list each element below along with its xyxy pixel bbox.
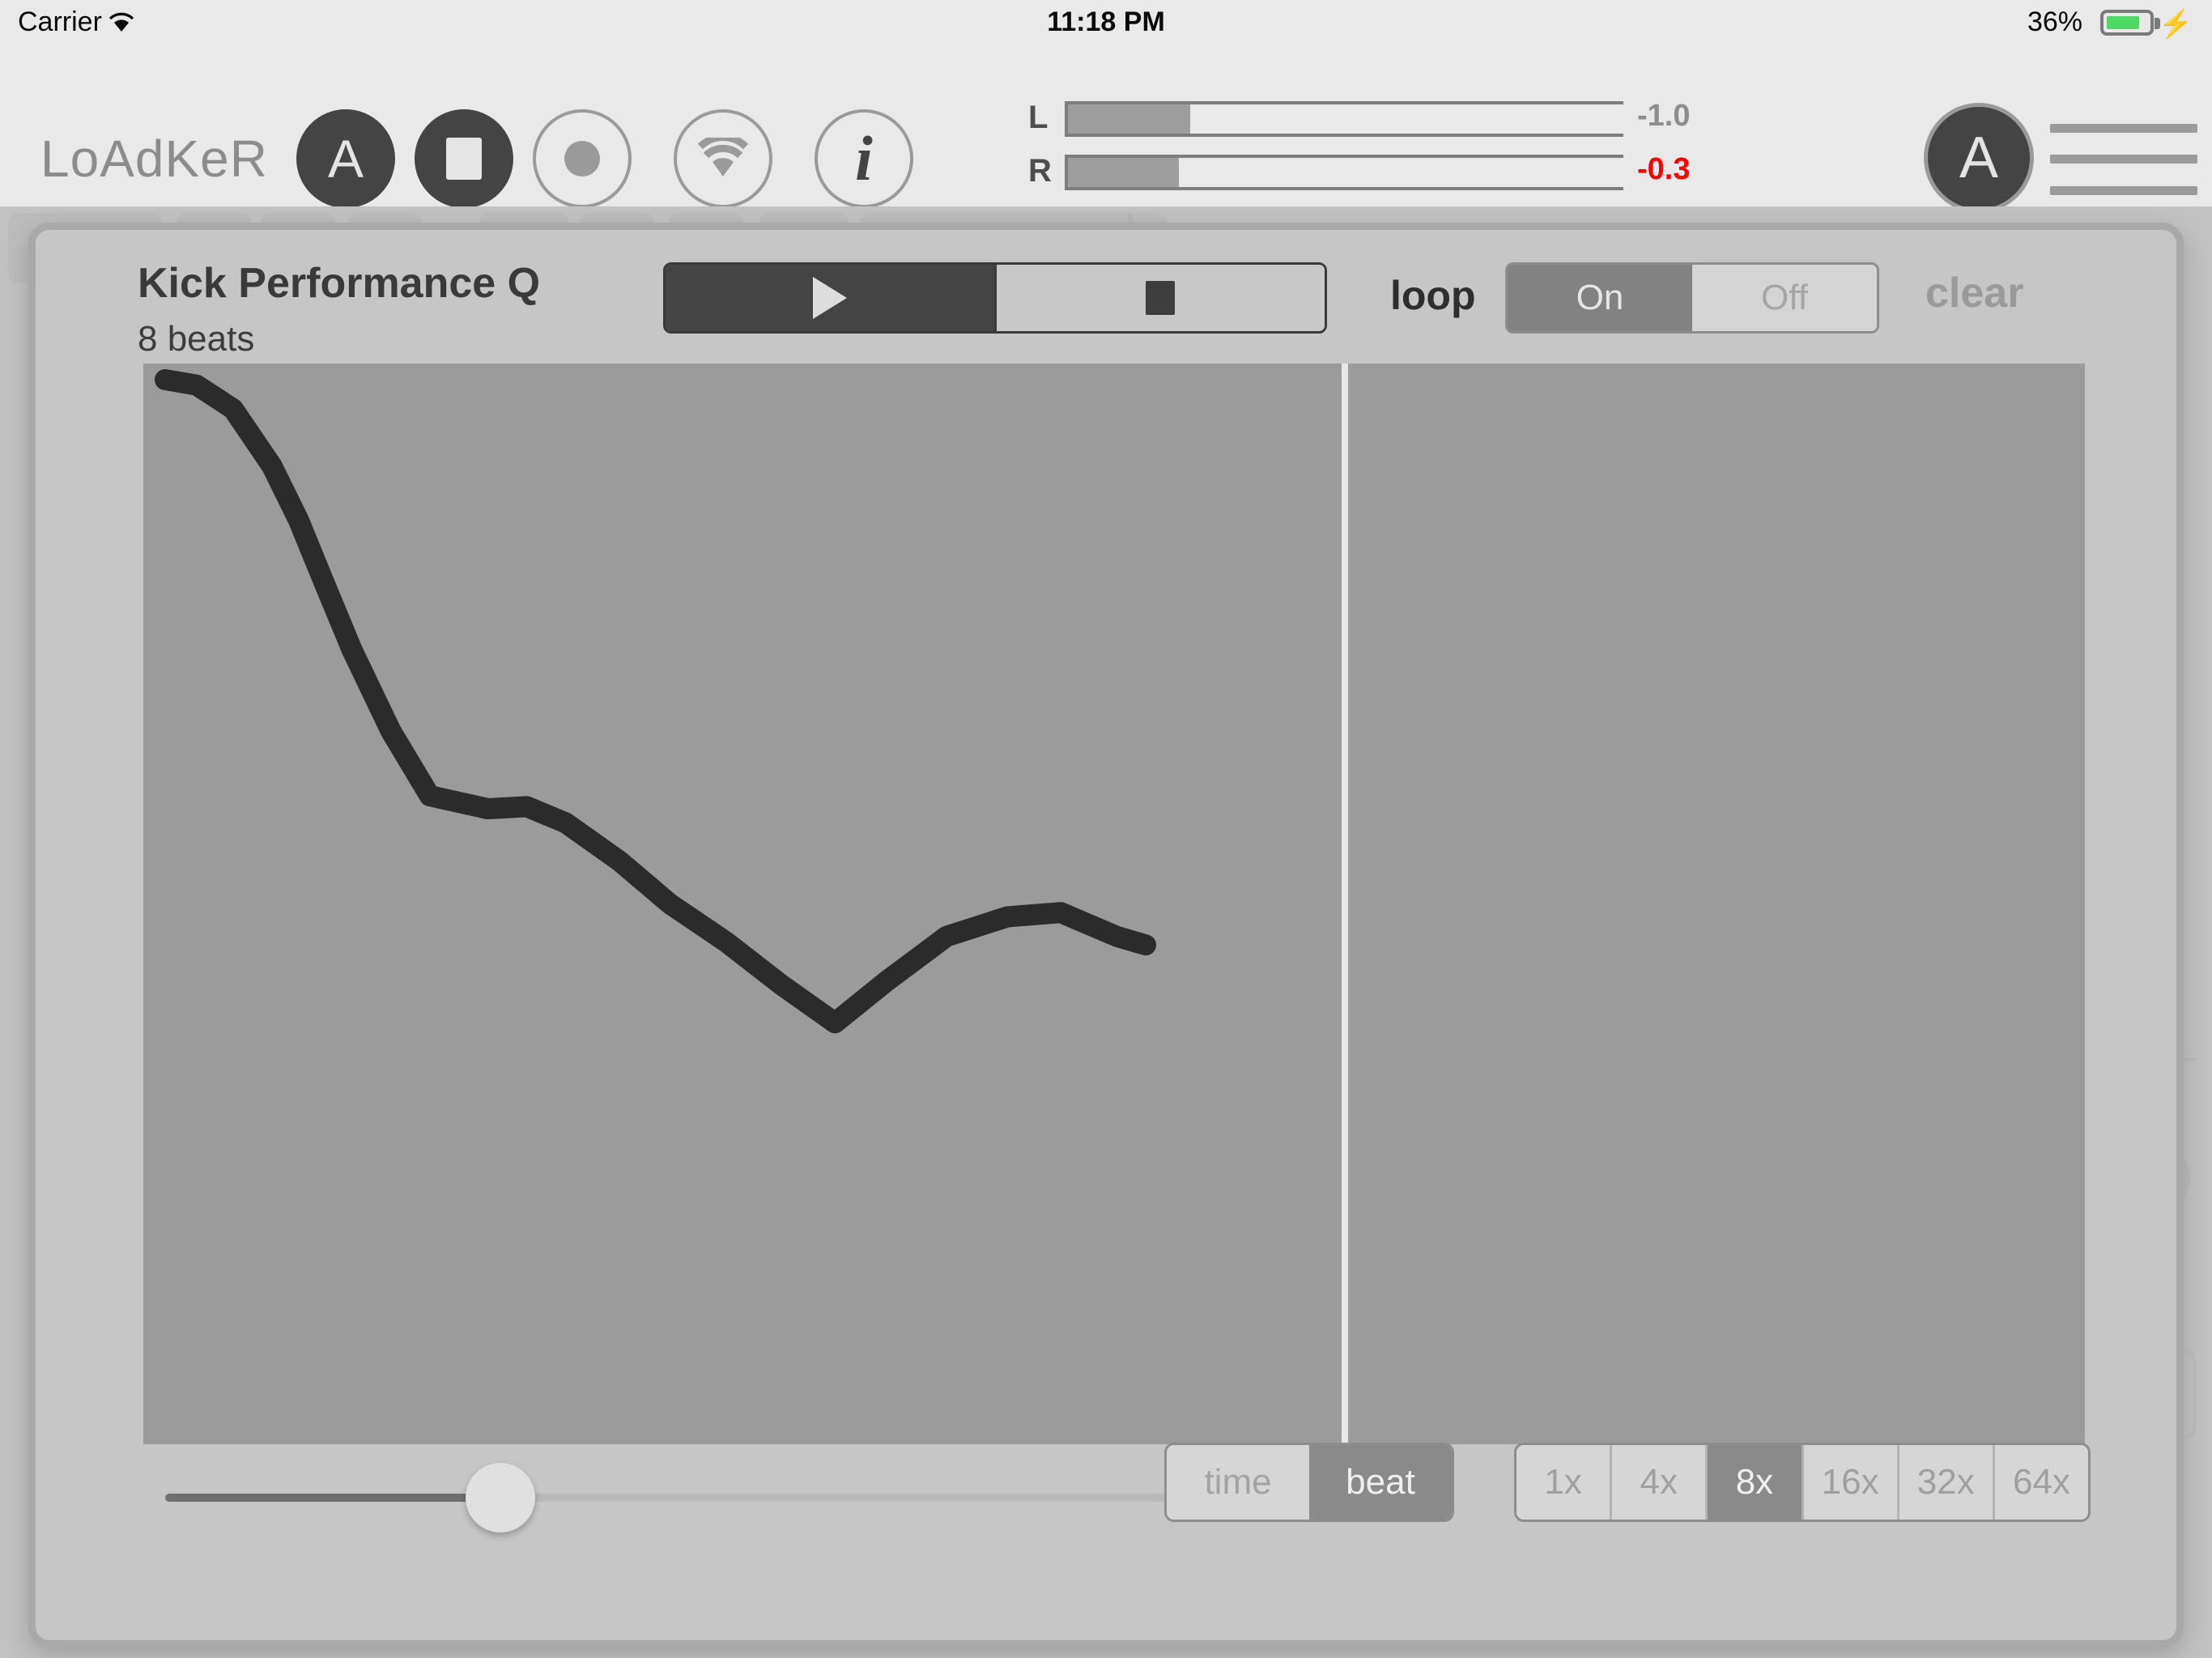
meter-left-value: -1.0 [1637,99,1691,133]
avatar-label: A [1959,125,1999,190]
time-mode-button[interactable]: time [1167,1445,1309,1520]
zoom-1x-button[interactable]: 1x [1516,1445,1610,1520]
info-button[interactable]: i [815,109,913,208]
output-level-meters: L -1.0 R -0.3 [1028,99,1690,190]
loop-segmented-control[interactable]: On Off [1505,262,1879,334]
loop-label: loop [1390,273,1476,318]
app-toolbar: LoAdKeR A i L -1.0 R -0.3 A [0,45,2212,230]
status-clock: 11:18 PM [1047,6,1165,37]
time-beat-segmented-control[interactable]: time beat [1164,1443,1454,1522]
meter-row-left: L -1.0 [1028,99,1690,137]
ios-status-bar: Carrier 11:18 PM 36% ⚡ [0,0,2212,45]
zoom-64x-button[interactable]: 64x [1992,1445,2088,1520]
battery-percent-label: 36% [2027,6,2082,37]
meter-left-label: L [1028,100,1049,135]
meter-right-value: -0.3 [1637,152,1691,186]
play-triangle-icon [812,277,847,319]
panel-title: Kick Performance Q [138,260,541,307]
transport-segmented-control[interactable] [663,262,1327,334]
beat-mode-button[interactable]: beat [1309,1445,1452,1520]
zoom-4x-button[interactable]: 4x [1610,1445,1706,1520]
zoom-32x-button[interactable]: 32x [1896,1445,1993,1520]
position-slider[interactable] [165,1463,1214,1533]
scene-a-button[interactable]: A [296,109,395,208]
loop-off-button[interactable]: Off [1692,265,1877,331]
meter-left-track [1065,101,1623,137]
meter-right-label: R [1028,153,1052,189]
stop-button[interactable] [415,109,513,208]
position-slider-knob[interactable] [466,1463,536,1533]
panel-subtitle: 8 beats [138,319,255,359]
zoom-segmented-control[interactable]: 1x 4x 8x 16x 32x 64x [1514,1443,2091,1522]
info-icon: i [855,123,873,193]
zoom-8x-button[interactable]: 8x [1705,1445,1802,1520]
user-avatar-button[interactable]: A [1924,103,2034,213]
clear-button[interactable]: clear [1925,269,2023,317]
battery-icon [2100,10,2154,36]
app-logo: LoAdKeR [40,130,268,188]
record-dot-icon [536,113,628,205]
meter-right-track [1065,155,1623,190]
stop-square-icon [415,109,513,208]
lightning-bolt-icon: ⚡ [2158,9,2193,40]
hamburger-menu-icon[interactable] [2050,124,2197,195]
performance-curve-panel: Kick Performance Q 8 beats loop On Off c… [28,223,2184,1647]
automation-curve-plot[interactable] [143,363,2085,1444]
stop-button[interactable] [993,265,1325,331]
automation-curve-line [155,369,1156,1034]
scene-a-label: A [327,129,364,189]
wifi-icon [677,113,769,205]
meter-row-right: R -0.3 [1028,152,1690,190]
zoom-16x-button[interactable]: 16x [1801,1445,1897,1520]
play-button[interactable] [666,265,994,331]
record-button[interactable] [533,109,632,208]
stop-square-icon [1146,281,1176,315]
playhead-line[interactable] [1341,363,1348,1444]
loop-on-button[interactable]: On [1508,265,1692,331]
wireless-button[interactable] [674,109,772,208]
